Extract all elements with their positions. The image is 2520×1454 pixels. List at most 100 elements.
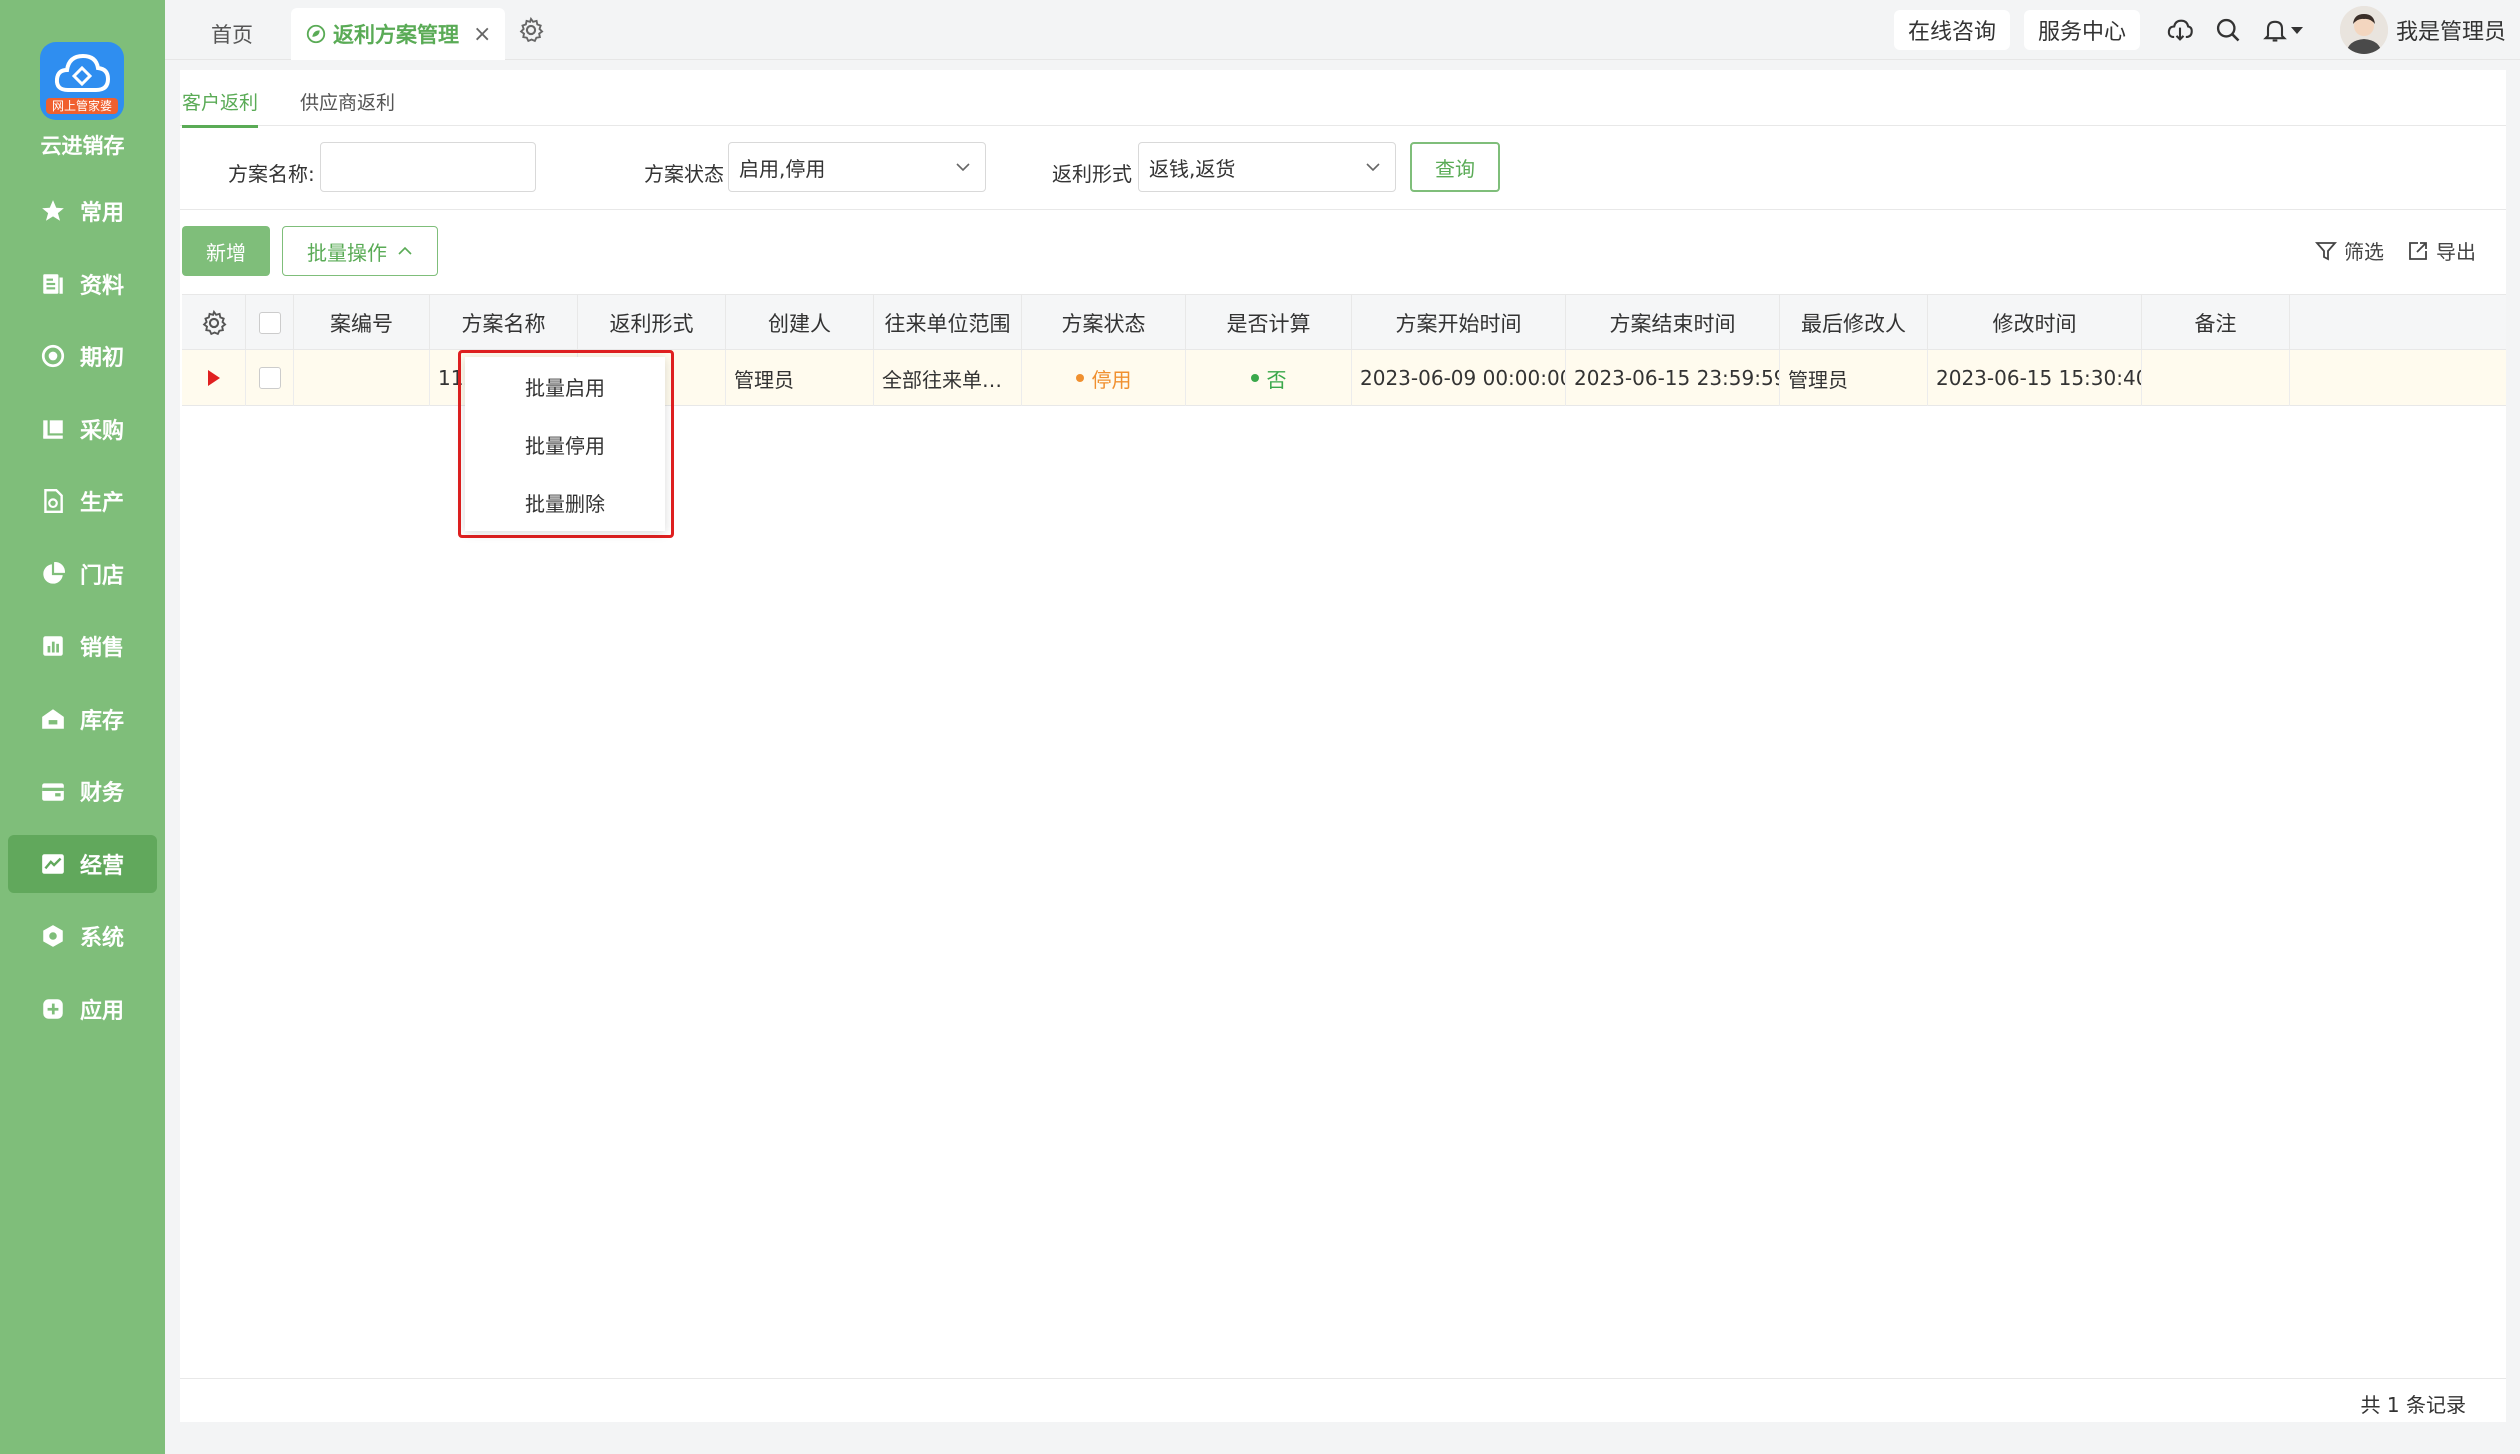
cell-end-time: 2023-06-15 23:59:59 (1566, 350, 1780, 406)
sidebar-item-warehouse[interactable]: 库存 (8, 690, 157, 748)
chevron-down-icon (2290, 26, 2303, 34)
user-name[interactable]: 我是管理员 (2396, 14, 2506, 46)
apps-icon (40, 996, 66, 1022)
status-dot (1075, 374, 1084, 382)
sidebar: 网上管家婆 云进销存 常用 资料 期初 采购 生产 门店 销售 库存 财务 经营… (0, 0, 165, 1454)
sidebar-item-common[interactable]: 常用 (8, 182, 157, 240)
logo-badge: 网上管家婆 (46, 98, 118, 114)
sidebar-item-label: 门店 (80, 563, 125, 589)
checkbox[interactable] (258, 312, 281, 334)
sidebar-item-label: 资料 (80, 273, 125, 299)
tab-customer-rebate[interactable]: 客户返利 (182, 88, 259, 128)
col-modified-time: 修改时间 (1928, 295, 2142, 351)
rebate-form-select[interactable]: 返钱,返货 (1138, 142, 1396, 192)
sidebar-item-label: 销售 (80, 636, 125, 661)
select-all-checkbox[interactable] (246, 295, 294, 351)
tab-rebate-plan[interactable]: 返利方案管理 × (291, 8, 505, 60)
tab-supplier-rebate[interactable]: 供应商返利 (300, 88, 395, 125)
cloud-download-icon[interactable] (2158, 8, 2202, 52)
online-consult-button[interactable]: 在线咨询 (1893, 10, 2010, 50)
total-records: 共 1 条记录 (2360, 1393, 2466, 1417)
batch-menu-highlight: 批量启用 批量停用 批量删除 (458, 350, 674, 538)
col-creator: 创建人 (726, 295, 874, 351)
current-row-arrow-icon (207, 370, 220, 386)
sidebar-item-label: 生产 (80, 491, 125, 516)
sidebar-item-production[interactable]: 生产 (8, 472, 157, 530)
filter-button[interactable]: 筛选 (2314, 236, 2384, 265)
col-rebate-form: 返利形式 (578, 295, 726, 351)
search-icon[interactable] (2206, 8, 2250, 52)
checkbox[interactable] (258, 367, 281, 389)
tab-home[interactable]: 首页 (187, 8, 277, 60)
top-bar: 首页 返利方案管理 × 在线咨询 服务中心 我是管理员 (165, 0, 2520, 60)
add-button[interactable]: 新增 (182, 226, 270, 276)
col-is-calc: 是否计算 (1186, 295, 1352, 351)
sidebar-item-sales[interactable]: 销售 (8, 617, 157, 675)
col-start-time: 方案开始时间 (1352, 295, 1566, 351)
cell-modified-time: 2023-06-15 15:30:40 (1928, 350, 2142, 406)
purchase-icon (40, 416, 66, 442)
sidebar-item-label: 经营 (80, 853, 125, 879)
col-plan-status: 方案状态 (1022, 295, 1186, 351)
col-plan-name: 方案名称 (430, 295, 578, 351)
sidebar-item-apps[interactable]: 应用 (8, 980, 157, 1038)
cell-creator: 管理员 (726, 350, 874, 406)
gear-icon[interactable] (517, 16, 545, 44)
main-panel: 客户返利 供应商返利 方案名称: 方案状态 启用,停用 返利形式 返钱,返货 查… (180, 70, 2506, 1422)
cell-last-modifier: 管理员 (1780, 350, 1928, 406)
cell-scope: 全部往来单… (874, 350, 1022, 406)
store-icon (40, 561, 66, 587)
sidebar-item-purchase[interactable]: 采购 (8, 400, 157, 458)
sales-icon (40, 633, 66, 659)
filter-label: 筛选 (2344, 240, 2384, 264)
toolbar-right: 筛选 导出 (2292, 236, 2476, 265)
sidebar-item-finance[interactable]: 财务 (8, 762, 157, 820)
avatar[interactable] (2339, 6, 2388, 54)
row-indicator (182, 350, 246, 406)
bell-icon[interactable] (2254, 8, 2310, 52)
subtabs: 客户返利 供应商返利 (180, 70, 2506, 128)
menu-item-batch-delete[interactable]: 批量删除 (465, 473, 665, 531)
export-button[interactable]: 导出 (2406, 236, 2476, 265)
menu-item-batch-disable[interactable]: 批量停用 (465, 415, 665, 473)
menu-item-batch-enable[interactable]: 批量启用 (465, 357, 665, 415)
filter-icon (2315, 241, 2337, 260)
app-name: 云进销存 (40, 134, 125, 158)
sidebar-item-profile[interactable]: 资料 (8, 255, 157, 313)
sidebar-item-label: 系统 (80, 926, 125, 951)
col-end-time: 方案结束时间 (1566, 295, 1780, 351)
status-badge: 停用 (1091, 367, 1132, 392)
query-button[interactable]: 查询 (1410, 142, 1500, 192)
app-logo[interactable]: 网上管家婆 (40, 42, 124, 120)
target-icon (40, 343, 66, 369)
star-icon (40, 198, 66, 224)
sidebar-item-label: 常用 (80, 201, 125, 226)
service-center-button[interactable]: 服务中心 (2023, 10, 2140, 50)
sidebar-item-business[interactable]: 经营 (8, 834, 157, 893)
sidebar-item-store[interactable]: 门店 (8, 545, 157, 603)
cell-plan-code (294, 350, 430, 406)
sidebar-item-system[interactable]: 系统 (8, 907, 157, 965)
calc-dot (1250, 374, 1259, 382)
sidebar-item-label: 财务 (80, 781, 125, 806)
plan-status-select[interactable]: 启用,停用 (728, 142, 986, 192)
sidebar-item-label: 库存 (80, 708, 125, 734)
col-last-modifier: 最后修改人 (1780, 295, 1928, 351)
gear-icon (202, 309, 227, 336)
col-plan-code: 案编号 (294, 295, 430, 351)
close-icon[interactable]: × (473, 22, 491, 47)
col-scope: 往来单位范围 (874, 295, 1022, 351)
column-settings[interactable] (182, 295, 246, 351)
cell-spacer (2290, 350, 2330, 406)
business-icon (40, 851, 66, 877)
batch-operation-button[interactable]: 批量操作 (282, 226, 438, 276)
sidebar-item-label: 期初 (80, 346, 125, 371)
leaf-icon (306, 24, 326, 44)
col-spacer (2290, 295, 2330, 351)
plan-status-value: 启用,停用 (739, 156, 826, 181)
plan-name-input[interactable] (320, 142, 536, 192)
sidebar-item-opening[interactable]: 期初 (8, 327, 157, 385)
row-checkbox[interactable] (246, 350, 294, 406)
col-remark: 备注 (2142, 295, 2290, 351)
cell-is-calc: 否 (1186, 350, 1352, 406)
